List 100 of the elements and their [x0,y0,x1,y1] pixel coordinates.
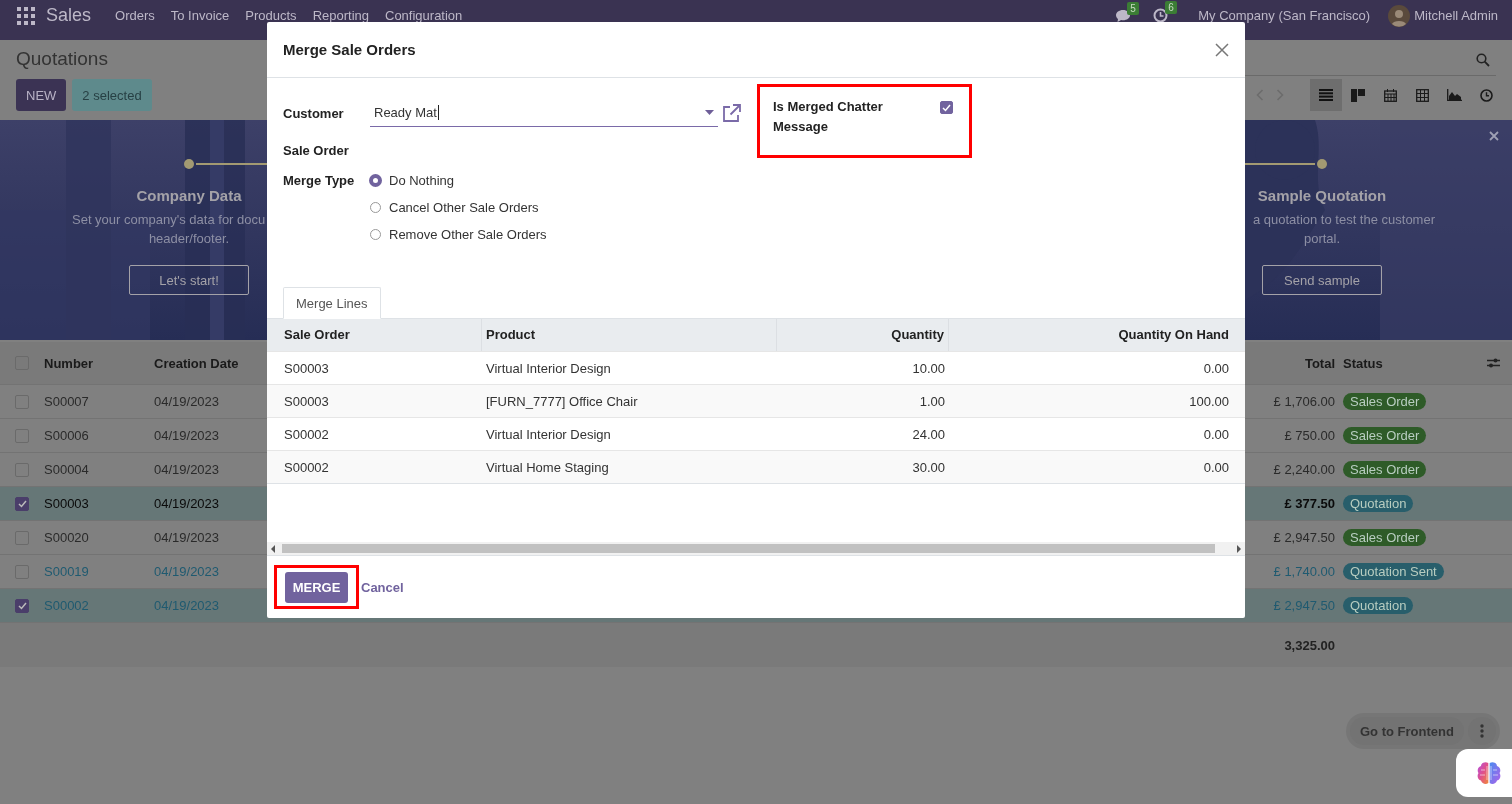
clock-icon[interactable] [1153,8,1169,23]
calendar-icon[interactable] [1383,88,1397,102]
table-cell-text: S00002 [283,426,330,442]
table-cell-text: 0.00 [1202,426,1230,442]
external-link-icon[interactable] [722,104,741,122]
table-cell-text: [FURN_7777] Office Chair [485,393,639,409]
table-cell: £ 2,240.00 [1273,462,1335,477]
horizontal-scrollbar[interactable] [267,542,1245,555]
table-cell-text: S00002 [283,459,330,475]
user-menu[interactable]: Mitchell Admin [1414,8,1498,23]
cancel-link[interactable]: Cancel [361,579,404,595]
list-icon[interactable] [1319,89,1333,101]
menu-item[interactable]: Products [245,8,297,23]
step-dot-icon [1317,159,1327,169]
table-cell: £ 377.50 [1284,496,1335,511]
table-cell: S00019 [44,564,89,579]
step-description: Set your company's data for docu [71,211,266,229]
table-cell: 04/19/2023 [154,598,220,613]
caret-icon[interactable] [705,110,714,115]
table-cell-text: 0.00 [1202,459,1230,475]
table-cell: 04/19/2023 [154,462,220,477]
status-badge: Quotation Sent [1343,563,1444,580]
column-header[interactable]: Creation Date [154,355,239,371]
merge-button[interactable]: MERGE [285,571,348,603]
column-header[interactable]: Status [1343,355,1383,371]
grid-table-icon[interactable] [1415,88,1429,102]
table-cell: £ 2,947.50 [1273,598,1335,613]
table-cell-text: 30.00 [911,459,946,475]
sum-total: 3,325.00 [1284,637,1335,653]
apps-menu-icon[interactable] [17,6,35,25]
table-cell: 04/19/2023 [154,394,220,409]
step-button[interactable]: Let's start! [129,265,249,295]
menu-item[interactable]: Configuration [385,8,463,23]
list-view-button[interactable] [1310,79,1342,111]
field-label: Customer [283,105,345,121]
table-cell-text: Virtual Interior Design [485,426,612,442]
radio-option[interactable]: Do Nothing [370,173,547,188]
table-cell-text: 1.00 [918,393,946,409]
column-header[interactable]: Product [482,319,777,351]
table-cell-text: S00003 [283,393,330,409]
radio-option[interactable]: Remove Other Sale Orders [370,227,547,242]
column-header[interactable]: Sale Order [267,319,482,351]
table-cell-text: 24.00 [911,426,946,442]
step-description: portal. [1303,230,1341,248]
tab[interactable]: Merge Lines [283,287,381,319]
menu-item[interactable]: Orders [115,8,155,23]
search-icon[interactable] [1476,52,1490,67]
table-cell-text: Virtual Interior Design [485,360,612,376]
column-header[interactable]: Quantity On Hand [949,319,1245,351]
table-cell-text: 10.00 [911,360,946,376]
count-badge: 5 [1127,1,1139,15]
status-badge: Sales Order [1343,529,1427,546]
checkbox[interactable] [15,496,29,511]
table-cell: £ 2,947.50 [1273,530,1335,545]
menu-item[interactable]: To Invoice [170,8,230,23]
status-badge: Quotation [1343,495,1414,512]
step-title: Company Data [136,187,242,204]
status-badge: Quotation [1343,597,1414,614]
app-name[interactable]: Sales [46,5,92,26]
table-cell: £ 1,740.00 [1273,564,1335,579]
status-badge: Sales Order [1343,427,1427,444]
customer-field[interactable]: Ready Mat [370,99,718,127]
column-header[interactable]: Total [1304,355,1335,371]
table-cell: S00002 [44,598,89,613]
kanban-icon[interactable] [1351,88,1365,102]
radio-option[interactable]: Cancel Other Sale Orders [370,200,547,215]
checkbox[interactable] [15,598,29,613]
status-badge: Sales Order [1343,461,1427,478]
table-cell: £ 1,706.00 [1273,394,1335,409]
step-button[interactable]: Send sample [1262,265,1382,295]
area-chart-icon[interactable] [1446,89,1462,101]
chat-icon[interactable] [1115,8,1132,23]
checkbox[interactable] [940,101,953,114]
table-cell: S00003 [44,496,89,511]
table-cell-text: 100.00 [1188,393,1230,409]
page-title: Quotations [16,48,108,70]
table-cell: 04/19/2023 [154,496,220,511]
table-cell: S00020 [44,530,89,545]
dialog-title: Merge Sale Orders [283,41,416,58]
kebab-icon[interactable] [1479,724,1484,738]
close-icon[interactable] [1489,131,1499,141]
step-description: header/footer. [148,230,230,248]
settings-sliders-icon[interactable] [1487,357,1500,369]
brain-icon[interactable] [1476,761,1502,785]
assistant-panel[interactable] [1456,749,1512,797]
column-header[interactable]: Quantity [777,319,949,351]
table-cell: S00004 [44,462,89,477]
table-cell: £ 750.00 [1284,428,1335,443]
table-cell: S00007 [44,394,89,409]
step-dot-icon [184,159,194,169]
table-cell-text: 0.00 [1202,360,1230,376]
field-label: Is Merged Chatter Message [773,98,884,136]
avatar-icon[interactable] [1388,4,1411,27]
table-cell-text: Virtual Home Staging [485,459,610,475]
close-icon[interactable] [1215,42,1229,57]
column-header[interactable]: Number [44,355,94,371]
toolbar-button[interactable]: NEW [16,79,67,111]
table-cell: S00006 [44,428,89,443]
menu-item[interactable]: Reporting [312,8,369,23]
step-description: a quotation to test the customer [1252,211,1436,229]
